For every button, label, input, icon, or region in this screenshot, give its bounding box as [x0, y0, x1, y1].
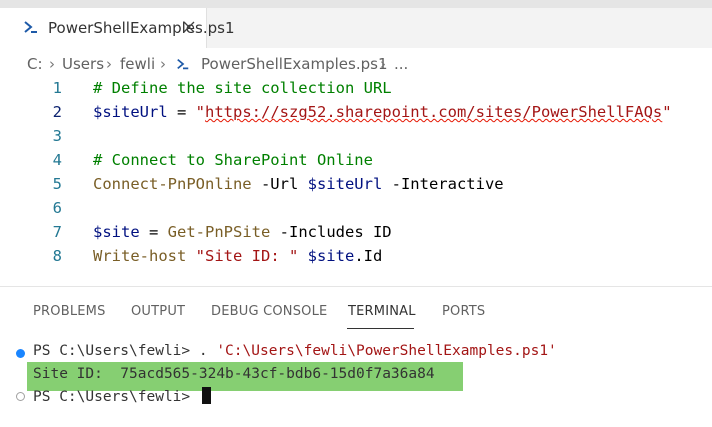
terminal-output: Site ID: 75acd565-324b-43cf-bdb6-15d0f7a… [33, 366, 435, 382]
line-number: 1 [52, 79, 62, 97]
terminal-prompt: PS C:\Users\fewli> [33, 389, 199, 405]
breadcrumb-file[interactable]: PowerShellExamples.ps1 [201, 55, 387, 73]
code-operator: = [139, 223, 168, 241]
code-variable: $siteUrl [93, 103, 168, 121]
line-number: 8 [52, 247, 62, 265]
code-comment: # Connect to SharePoint Online [93, 151, 373, 169]
breadcrumb-more[interactable]: ... [394, 55, 408, 73]
code-line: 4 # Connect to SharePoint Online [0, 148, 712, 172]
code-string-url: https://szg52.sharepoint.com/sites/Power… [205, 103, 663, 121]
breadcrumb-users[interactable]: Users [62, 55, 104, 73]
code-parameter: -Interactive [382, 175, 504, 193]
command-success-dot-icon[interactable] [16, 349, 25, 358]
tab-debug-console[interactable]: DEBUG CONSOLE [211, 304, 327, 319]
breadcrumb-drive[interactable]: C: [27, 55, 43, 73]
line-number: 7 [52, 223, 62, 241]
line-number: 6 [52, 199, 62, 217]
terminal-line: PS C:\Users\fewli> [33, 387, 211, 405]
code-parameter: -Includes ID [270, 223, 392, 241]
tab-ports[interactable]: PORTS [442, 304, 485, 319]
terminal-script-path: 'C:\Users\fewli\PowerShellExamples.ps1' [216, 343, 557, 359]
terminal[interactable]: PS C:\Users\fewli> . 'C:\Users\fewli\Pow… [0, 338, 712, 426]
chevron-right-icon: › [49, 55, 55, 73]
tab-problems[interactable]: PROBLEMS [33, 304, 106, 319]
code-command: Get-PnPSite [167, 223, 271, 241]
breadcrumb-fewli[interactable]: fewli [120, 55, 155, 73]
code-line: 2 $siteUrl = "https://szg52.sharepoint.c… [0, 100, 712, 124]
code-property: .Id [354, 247, 383, 265]
chevron-right-icon: › [380, 55, 386, 73]
powershell-icon [24, 21, 37, 33]
code-variable: $siteUrl [307, 175, 383, 193]
code-string: "Site ID: " [186, 247, 299, 265]
code-line: 8 Write-host "Site ID: " $site.Id [0, 244, 712, 268]
code-line: 7 $site = Get-PnPSite -Includes ID [0, 220, 712, 244]
code-operator: = [167, 103, 196, 121]
code-command: Write-host [93, 247, 187, 265]
terminal-prompt: PS C:\Users\fewli> . [33, 343, 217, 359]
code-parameter: -Url [251, 175, 308, 193]
command-empty-dot-icon[interactable] [16, 392, 25, 401]
line-number: 2 [52, 103, 62, 121]
code-line: 6 [0, 196, 712, 220]
chevron-right-icon: › [106, 55, 112, 73]
active-tab-indicator [347, 328, 414, 329]
chevron-right-icon: › [160, 55, 166, 73]
code-string-quote: " [195, 103, 205, 121]
editor-tab[interactable]: PowerShellExamples.ps1 [0, 8, 234, 48]
line-number: 4 [52, 151, 62, 169]
terminal-line: PS C:\Users\fewli> . 'C:\Users\fewli\Pow… [33, 343, 557, 359]
terminal-cursor [201, 387, 211, 404]
code-line: 1 # Define the site collection URL [0, 76, 712, 100]
breadcrumb: C: › Users › fewli › PowerShellExamples.… [0, 48, 712, 76]
code-editor[interactable]: 1 # Define the site collection URL 2 $si… [0, 76, 712, 286]
tab-filename: PowerShellExamples.ps1 [48, 19, 235, 37]
code-string-quote: " [662, 103, 672, 121]
window-top-strip [0, 0, 712, 8]
code-comment: # Define the site collection URL [93, 79, 392, 97]
line-number: 3 [52, 127, 62, 145]
close-icon[interactable] [183, 21, 195, 33]
editor-tab-bar: PowerShellExamples.ps1 [0, 8, 712, 48]
code-line: 3 [0, 124, 712, 148]
tab-terminal[interactable]: TERMINAL [348, 304, 416, 319]
code-variable: $site [298, 247, 355, 265]
code-command: Connect-PnPOnline [93, 175, 252, 193]
line-number: 5 [52, 175, 62, 193]
powershell-icon [177, 58, 189, 70]
code-line: 5 Connect-PnPOnline -Url $siteUrl -Inter… [0, 172, 712, 196]
code-variable: $site [93, 223, 140, 241]
tab-output[interactable]: OUTPUT [131, 304, 185, 319]
